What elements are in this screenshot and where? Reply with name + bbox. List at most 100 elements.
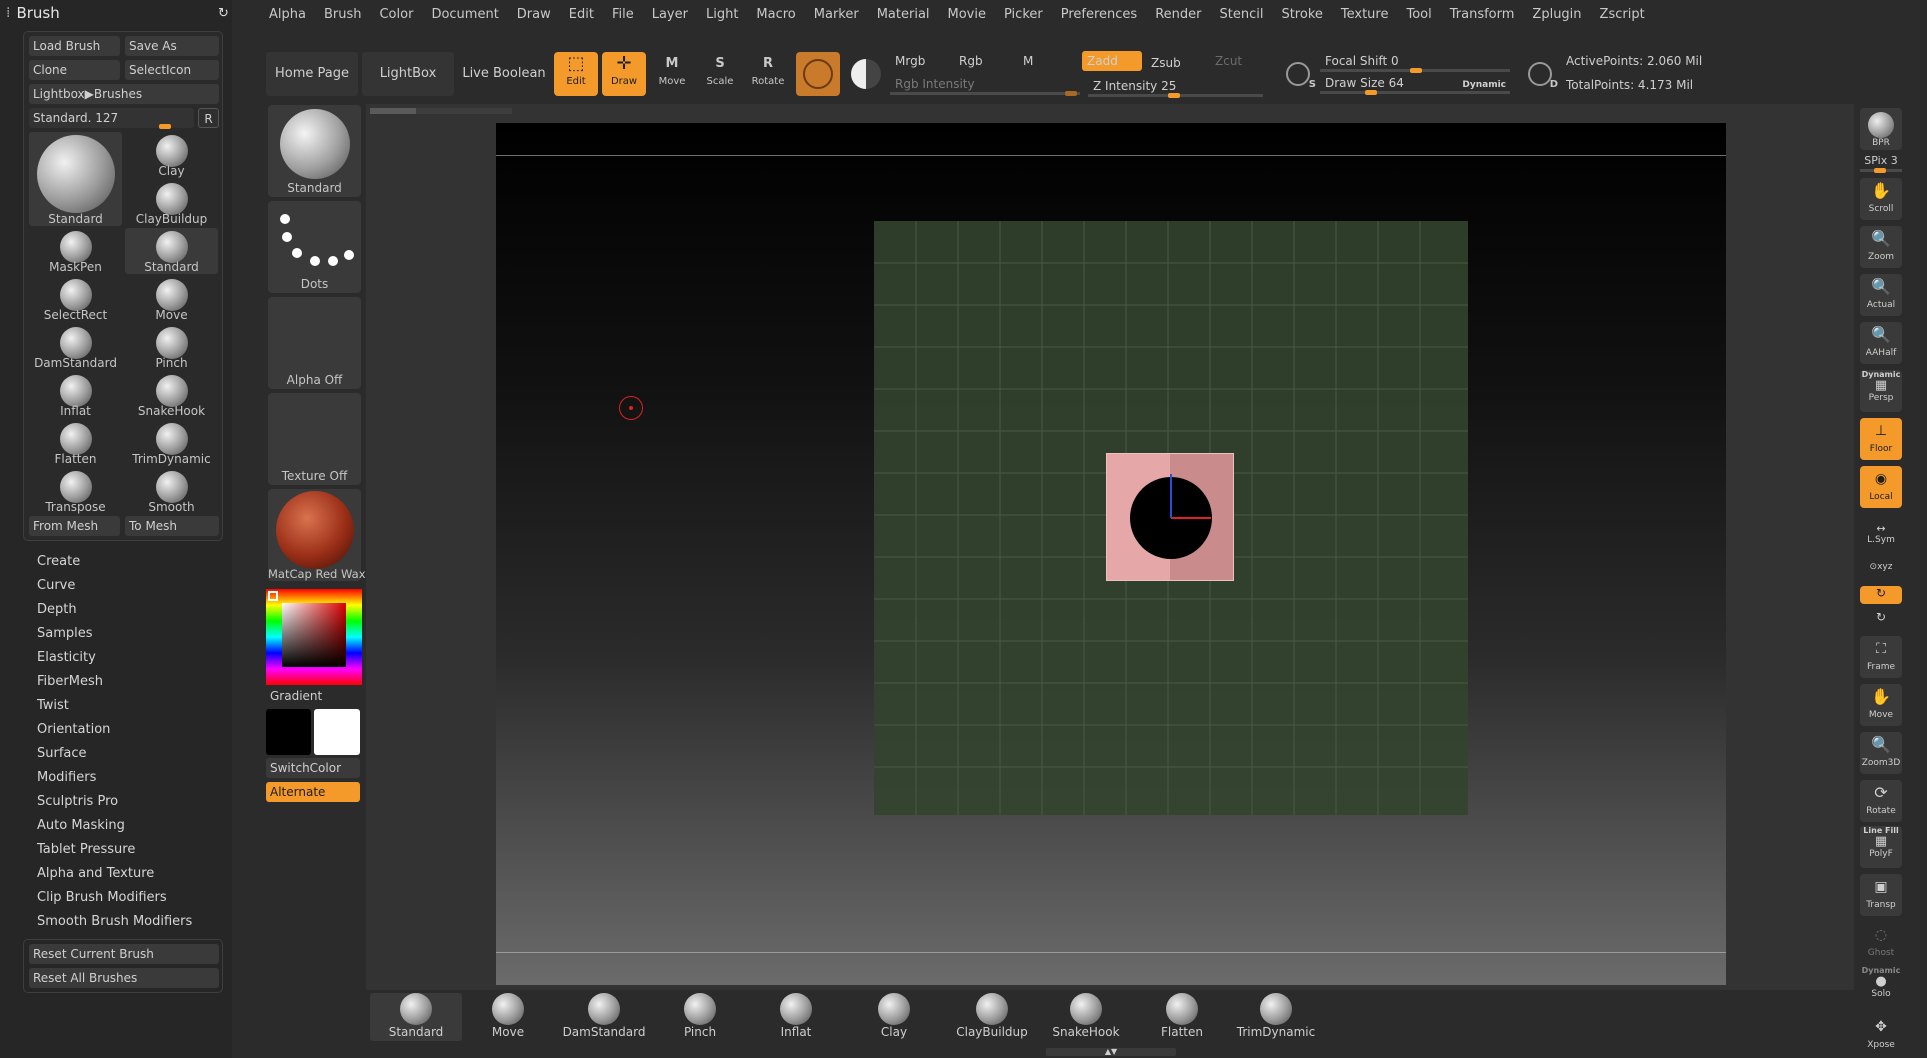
scroll-button[interactable]: ✋ Scroll <box>1860 178 1902 220</box>
spix-knob[interactable] <box>1874 168 1886 173</box>
menu-tool[interactable]: Tool <box>1397 7 1440 22</box>
solo-button[interactable]: Dynamic ● Solo <box>1860 966 1902 1008</box>
menu-alpha[interactable]: Alpha <box>260 7 315 22</box>
draw-size-knob[interactable] <box>1365 90 1377 95</box>
menu-material[interactable]: Material <box>868 7 939 22</box>
texture-preview-button[interactable] <box>844 52 888 96</box>
shelf-brush-damstandard[interactable]: DamStandard <box>558 993 650 1041</box>
3d-viewport[interactable] <box>496 123 1726 985</box>
menu-zscript[interactable]: Zscript <box>1591 7 1654 22</box>
xyz-button[interactable]: ⊙xyz <box>1860 562 1902 580</box>
material-slot[interactable]: MatCap Red Wax <box>268 489 366 581</box>
brush-slot-inflat[interactable]: Inflat <box>29 372 122 418</box>
stroke-slot[interactable]: Dots <box>268 201 361 293</box>
zadd-button[interactable]: Zadd <box>1082 51 1142 71</box>
reset-current-brush-button[interactable]: Reset Current Brush <box>29 944 219 964</box>
clone-button[interactable]: Clone <box>29 60 120 80</box>
menu-edit[interactable]: Edit <box>560 7 603 22</box>
stroke-d-button[interactable]: D <box>1518 52 1562 96</box>
edit-button[interactable]: ⬚ Edit <box>554 52 598 96</box>
subpalette-smooth-brush-modifiers[interactable]: Smooth Brush Modifiers <box>37 914 192 929</box>
mesh-object[interactable] <box>1106 453 1234 581</box>
shelf-brush-standard[interactable]: Standard <box>370 993 462 1041</box>
brush-slot-snakehook[interactable]: SnakeHook <box>125 372 218 418</box>
scale-button[interactable]: S Scale <box>698 52 742 96</box>
m-button[interactable]: M <box>1018 51 1078 71</box>
rgb-button[interactable]: Rgb <box>954 51 1014 71</box>
menu-stroke[interactable]: Stroke <box>1272 7 1331 22</box>
brush-slot-standard[interactable]: Standard <box>29 132 122 226</box>
brush-slot-flatten[interactable]: Flatten <box>29 420 122 466</box>
brush-size-slider[interactable]: Standard. 127 <box>29 108 194 129</box>
draw-button[interactable]: ✛ Draw <box>602 52 646 96</box>
subpalette-surface[interactable]: Surface <box>37 746 87 761</box>
brush-slot-smooth[interactable]: Smooth <box>125 468 218 514</box>
menu-zplugin[interactable]: Zplugin <box>1523 7 1590 22</box>
r-button[interactable]: R <box>198 108 219 128</box>
mrgb-button[interactable]: Mrgb <box>890 51 950 71</box>
frame-button[interactable]: ⛶ Frame <box>1860 636 1902 678</box>
move-button[interactable]: M Move <box>650 52 694 96</box>
zcut-button[interactable]: Zcut <box>1210 51 1270 71</box>
menu-preferences[interactable]: Preferences <box>1052 7 1146 22</box>
lsym-button[interactable]: ↔ L.Sym <box>1860 522 1902 548</box>
brush-palette-header[interactable]: ⁞ Brush ↻ <box>0 0 232 26</box>
spix-slider[interactable]: SPix 3 <box>1860 154 1902 173</box>
menu-macro[interactable]: Macro <box>747 7 804 22</box>
alternate-button[interactable]: Alternate <box>266 782 360 802</box>
to-mesh-button[interactable]: To Mesh <box>125 516 219 536</box>
reset-all-brushes-button[interactable]: Reset All Brushes <box>29 968 219 988</box>
main-color-swatch[interactable] <box>266 709 311 755</box>
lightbox-brushes-button[interactable]: Lightbox▶Brushes <box>29 84 219 104</box>
subpalette-depth[interactable]: Depth <box>37 602 77 617</box>
menu-color[interactable]: Color <box>370 7 422 22</box>
rotate-z-button[interactable]: ↻ <box>1860 610 1902 628</box>
draw-size-slider[interactable]: Draw Size 64 Dynamic <box>1320 73 1510 93</box>
menu-texture[interactable]: Texture <box>1332 7 1398 22</box>
menu-marker[interactable]: Marker <box>805 7 868 22</box>
menu-picker[interactable]: Picker <box>995 7 1052 22</box>
subpalette-tablet-pressure[interactable]: Tablet Pressure <box>37 842 135 857</box>
menu-transform[interactable]: Transform <box>1441 7 1524 22</box>
subpalette-elasticity[interactable]: Elasticity <box>37 650 96 665</box>
shelf-brush-flatten[interactable]: Flatten <box>1136 993 1228 1041</box>
menu-brush[interactable]: Brush <box>315 7 371 22</box>
floor-button[interactable]: ⊥ Floor <box>1860 418 1902 460</box>
refresh-icon[interactable]: ↻ <box>218 6 229 21</box>
color-picker-square[interactable] <box>282 603 346 667</box>
brush-slot-clay[interactable]: Clay <box>125 132 218 178</box>
z-intensity-knob[interactable] <box>1168 93 1180 98</box>
menu-draw[interactable]: Draw <box>508 7 560 22</box>
shelf-brush-inflat[interactable]: Inflat <box>750 993 842 1041</box>
subpalette-twist[interactable]: Twist <box>37 698 69 713</box>
texture-slot[interactable]: Texture Off <box>268 393 361 485</box>
actual-button[interactable]: 🔍 Actual <box>1860 274 1902 316</box>
alpha-slot[interactable]: Alpha Off <box>268 297 361 389</box>
polyf-button[interactable]: Line Fill ▦ PolyF <box>1860 826 1902 868</box>
load-brush-button[interactable]: Load Brush <box>29 36 120 56</box>
palette-dock-icon[interactable]: ⁞ <box>6 5 10 21</box>
shelf-brush-pinch[interactable]: Pinch <box>654 993 746 1041</box>
shelf-brush-trimdynamic[interactable]: TrimDynamic <box>1230 993 1322 1041</box>
brush-slot-move[interactable]: Move <box>125 276 218 322</box>
menu-document[interactable]: Document <box>422 7 507 22</box>
transp-button[interactable]: ▣ Transp <box>1860 874 1902 916</box>
aahalf-button[interactable]: 🔍 AAHalf <box>1860 322 1902 364</box>
rotate3d-button[interactable]: ⟳ Rotate <box>1860 780 1902 822</box>
subpalette-alpha-and-texture[interactable]: Alpha and Texture <box>37 866 154 881</box>
subpalette-create[interactable]: Create <box>37 554 80 569</box>
material-preview-button[interactable] <box>796 52 840 96</box>
shelf-brush-snakehook[interactable]: SnakeHook <box>1040 993 1132 1041</box>
brush-slot-damstandard[interactable]: DamStandard <box>29 324 122 370</box>
rotate-button[interactable]: R Rotate <box>746 52 790 96</box>
brush-slot-transpose[interactable]: Transpose <box>29 468 122 514</box>
subpalette-orientation[interactable]: Orientation <box>37 722 110 737</box>
ghost-button[interactable]: ◌ Ghost <box>1860 922 1902 964</box>
rgb-intensity-knob[interactable] <box>1065 91 1077 96</box>
bottom-shelf-toggle[interactable]: ▲▼ <box>1046 1048 1176 1056</box>
menu-file[interactable]: File <box>603 7 643 22</box>
menu-render[interactable]: Render <box>1146 7 1210 22</box>
move3d-button[interactable]: ✋ Move <box>1860 684 1902 726</box>
brush-slot-trimdynamic[interactable]: TrimDynamic <box>125 420 218 466</box>
color-picker[interactable] <box>266 589 362 685</box>
